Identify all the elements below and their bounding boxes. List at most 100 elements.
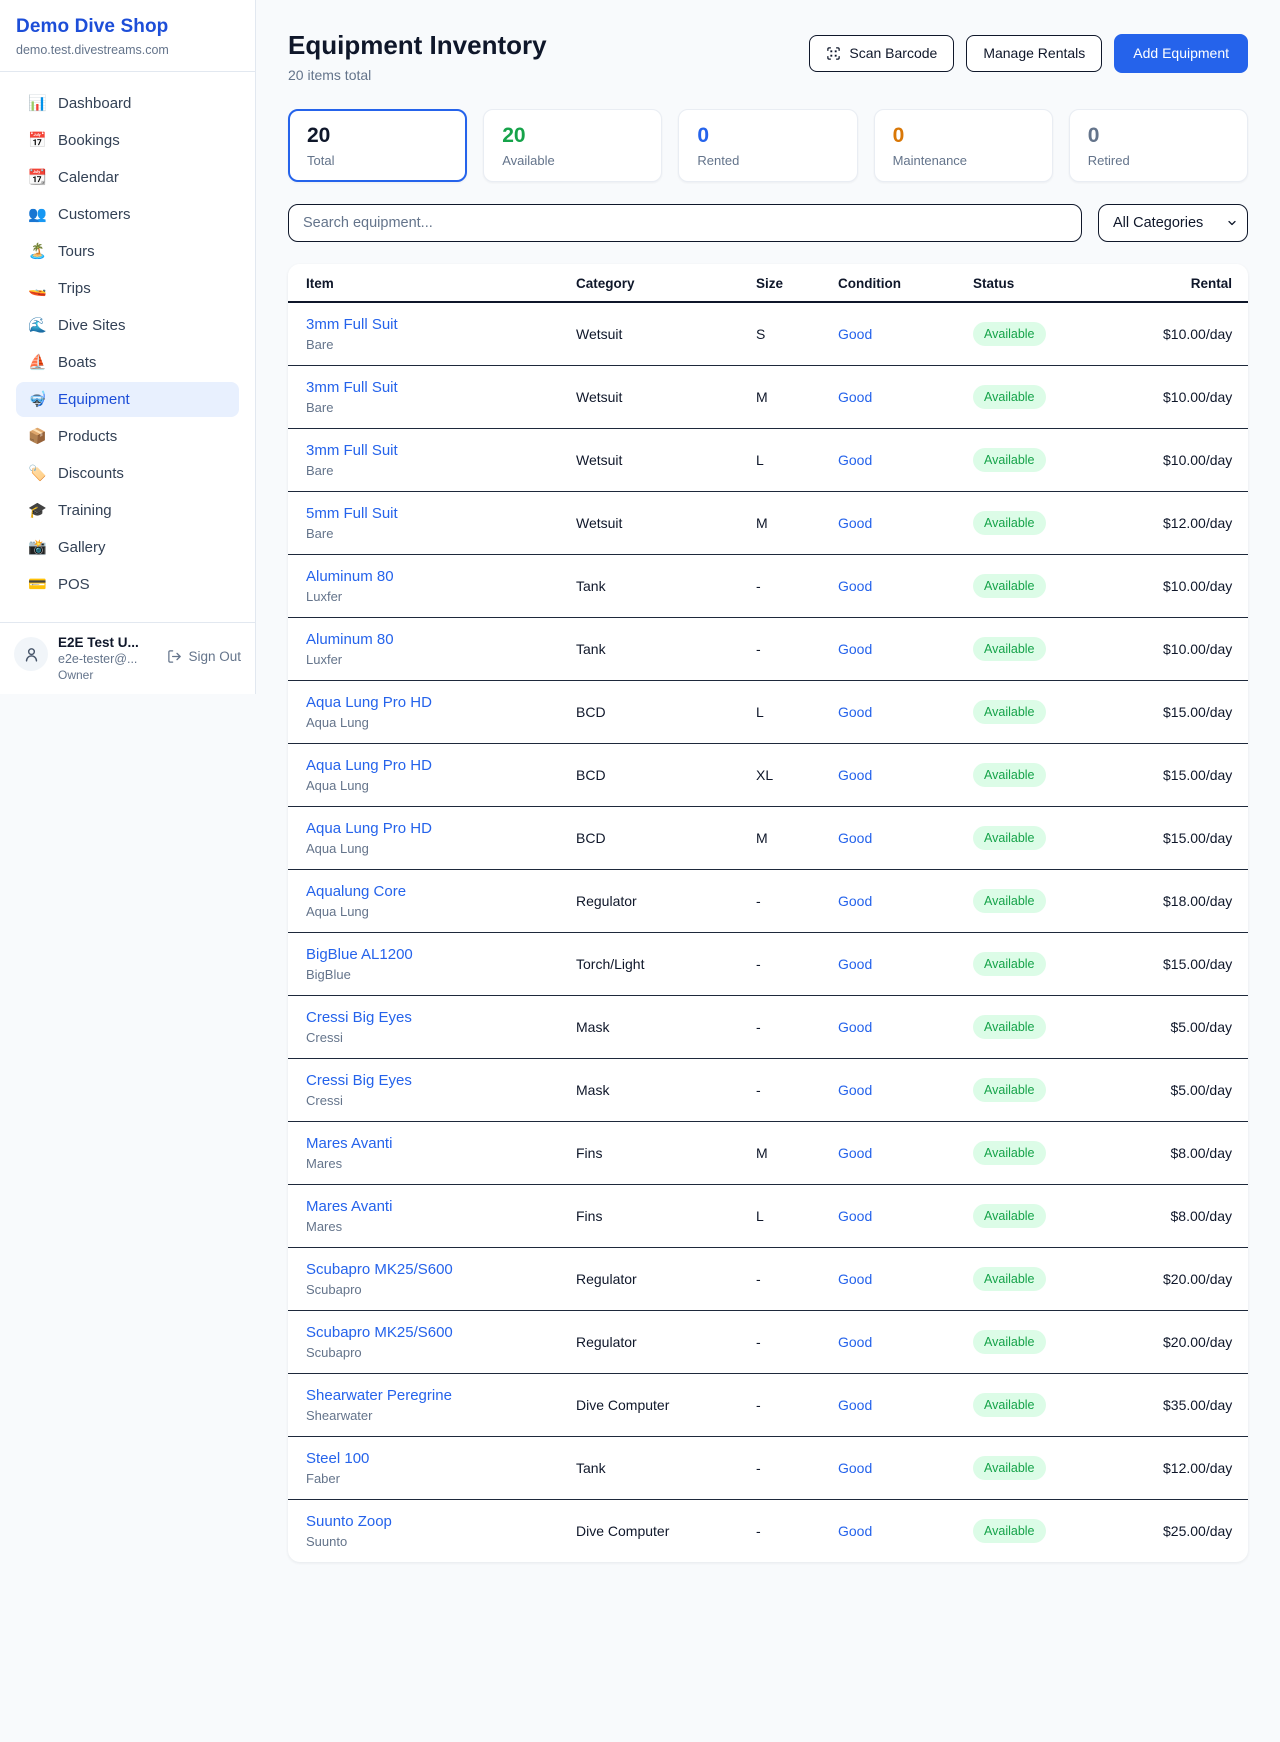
item-name-link[interactable]: Steel 100 (306, 1450, 560, 1467)
condition-link[interactable]: Good (838, 1145, 872, 1161)
condition-link[interactable]: Good (838, 578, 872, 594)
item-name-link[interactable]: Aqua Lung Pro HD (306, 820, 560, 837)
page-heading-group: Equipment Inventory 20 items total (288, 30, 547, 83)
sidebar-item-calendar[interactable]: 📆 Calendar (16, 160, 239, 195)
sidebar-item-products[interactable]: 📦 Products (16, 419, 239, 454)
rental-rate: $8.00/day (1171, 1208, 1233, 1224)
sidebar-item-trips[interactable]: 🚤 Trips (16, 271, 239, 306)
status-badge: Available (973, 1078, 1046, 1102)
item-size: M (748, 1122, 830, 1185)
sidebar-item-equipment[interactable]: 🤿 Equipment (16, 382, 239, 417)
item-name-link[interactable]: Scubapro MK25/S600 (306, 1324, 560, 1341)
condition-link[interactable]: Good (838, 515, 872, 531)
sidebar-item-tours[interactable]: 🏝️ Tours (16, 234, 239, 269)
status-badge: Available (973, 574, 1046, 598)
item-size: M (748, 492, 830, 555)
status-badge: Available (973, 1330, 1046, 1354)
item-name-link[interactable]: 3mm Full Suit (306, 442, 560, 459)
item-name-link[interactable]: Shearwater Peregrine (306, 1387, 560, 1404)
item-name-link[interactable]: Aqua Lung Pro HD (306, 694, 560, 711)
calendar-icon: 📆 (28, 170, 46, 185)
sidebar-item-discounts[interactable]: 🏷️ Discounts (16, 456, 239, 491)
condition-link[interactable]: Good (838, 452, 872, 468)
rental-rate: $15.00/day (1163, 956, 1232, 972)
stat-card-total[interactable]: 20 Total (288, 109, 467, 182)
item-name-link[interactable]: Scubapro MK25/S600 (306, 1261, 560, 1278)
header-actions: Scan Barcode Manage Rentals Add Equipmen… (809, 30, 1248, 73)
item-category: Tank (568, 555, 748, 618)
table-header-row: Item Category Size Condition Status Rent… (288, 264, 1248, 302)
condition-link[interactable]: Good (838, 1460, 872, 1476)
condition-link[interactable]: Good (838, 389, 872, 405)
sidebar-item-dive-sites[interactable]: 🌊 Dive Sites (16, 308, 239, 343)
search-input[interactable] (288, 204, 1082, 242)
item-name-link[interactable]: Aluminum 80 (306, 568, 560, 585)
sidebar-item-pos[interactable]: 💳 POS (16, 567, 239, 602)
products-package-icon: 📦 (28, 429, 46, 444)
item-name-link[interactable]: Cressi Big Eyes (306, 1009, 560, 1026)
page-title: Equipment Inventory (288, 30, 547, 61)
stat-card-maintenance[interactable]: 0 Maintenance (874, 109, 1053, 182)
item-name-link[interactable]: Cressi Big Eyes (306, 1072, 560, 1089)
item-name-link[interactable]: 5mm Full Suit (306, 505, 560, 522)
condition-link[interactable]: Good (838, 1271, 872, 1287)
sidebar-item-bookings[interactable]: 📅 Bookings (16, 123, 239, 158)
scan-barcode-button[interactable]: Scan Barcode (809, 35, 954, 72)
stat-card-available[interactable]: 20 Available (483, 109, 662, 182)
filters-row: All Categories (288, 204, 1248, 242)
condition-link[interactable]: Good (838, 641, 872, 657)
condition-link[interactable]: Good (838, 326, 872, 342)
item-name-link[interactable]: Aqualung Core (306, 883, 560, 900)
condition-link[interactable]: Good (838, 1523, 872, 1539)
training-grad-cap-icon: 🎓 (28, 503, 46, 518)
boats-sailboat-icon: ⛵ (28, 355, 46, 370)
item-category: Tank (568, 618, 748, 681)
item-name-link[interactable]: Suunto Zoop (306, 1513, 560, 1530)
item-name-link[interactable]: 3mm Full Suit (306, 316, 560, 333)
table-row: Shearwater Peregrine Shearwater Dive Com… (288, 1374, 1248, 1437)
condition-link[interactable]: Good (838, 893, 872, 909)
brand-header: Demo Dive Shop demo.test.divestreams.com (0, 0, 255, 72)
condition-link[interactable]: Good (838, 956, 872, 972)
item-name-link[interactable]: Mares Avanti (306, 1135, 560, 1152)
stat-value: 20 (502, 124, 643, 148)
condition-link[interactable]: Good (838, 1082, 872, 1098)
stat-card-retired[interactable]: 0 Retired (1069, 109, 1248, 182)
category-select[interactable]: All Categories (1098, 204, 1248, 242)
sidebar-item-dashboard[interactable]: 📊 Dashboard (16, 86, 239, 121)
item-size: - (748, 618, 830, 681)
condition-link[interactable]: Good (838, 1334, 872, 1350)
item-brand: BigBlue (306, 967, 560, 982)
shop-name: Demo Dive Shop (16, 16, 239, 38)
sidebar-item-label: Equipment (58, 391, 130, 408)
item-name-link[interactable]: Aluminum 80 (306, 631, 560, 648)
sidebar-item-gallery[interactable]: 📸 Gallery (16, 530, 239, 565)
sidebar-item-customers[interactable]: 👥 Customers (16, 197, 239, 232)
stat-card-rented[interactable]: 0 Rented (678, 109, 857, 182)
item-name-link[interactable]: Mares Avanti (306, 1198, 560, 1215)
sidebar-item-training[interactable]: 🎓 Training (16, 493, 239, 528)
status-badge: Available (973, 1393, 1046, 1417)
condition-link[interactable]: Good (838, 1397, 872, 1413)
add-equipment-button[interactable]: Add Equipment (1114, 34, 1248, 73)
rental-rate: $12.00/day (1163, 1460, 1232, 1476)
item-size: - (748, 1248, 830, 1311)
sign-out-button[interactable]: Sign Out (167, 649, 241, 664)
condition-link[interactable]: Good (838, 1019, 872, 1035)
scan-barcode-label: Scan Barcode (849, 45, 937, 62)
column-header-condition: Condition (830, 264, 965, 302)
item-name-link[interactable]: Aqua Lung Pro HD (306, 757, 560, 774)
item-name-link[interactable]: BigBlue AL1200 (306, 946, 560, 963)
condition-link[interactable]: Good (838, 1208, 872, 1224)
sidebar-item-boats[interactable]: ⛵ Boats (16, 345, 239, 380)
status-badge: Available (973, 763, 1046, 787)
item-category: Tank (568, 1437, 748, 1500)
condition-link[interactable]: Good (838, 767, 872, 783)
condition-link[interactable]: Good (838, 830, 872, 846)
manage-rentals-button[interactable]: Manage Rentals (966, 35, 1102, 72)
table-row: Aqua Lung Pro HD Aqua Lung BCD M Good Av… (288, 807, 1248, 870)
item-name-link[interactable]: 3mm Full Suit (306, 379, 560, 396)
item-category: BCD (568, 807, 748, 870)
condition-link[interactable]: Good (838, 704, 872, 720)
status-badge: Available (973, 385, 1046, 409)
